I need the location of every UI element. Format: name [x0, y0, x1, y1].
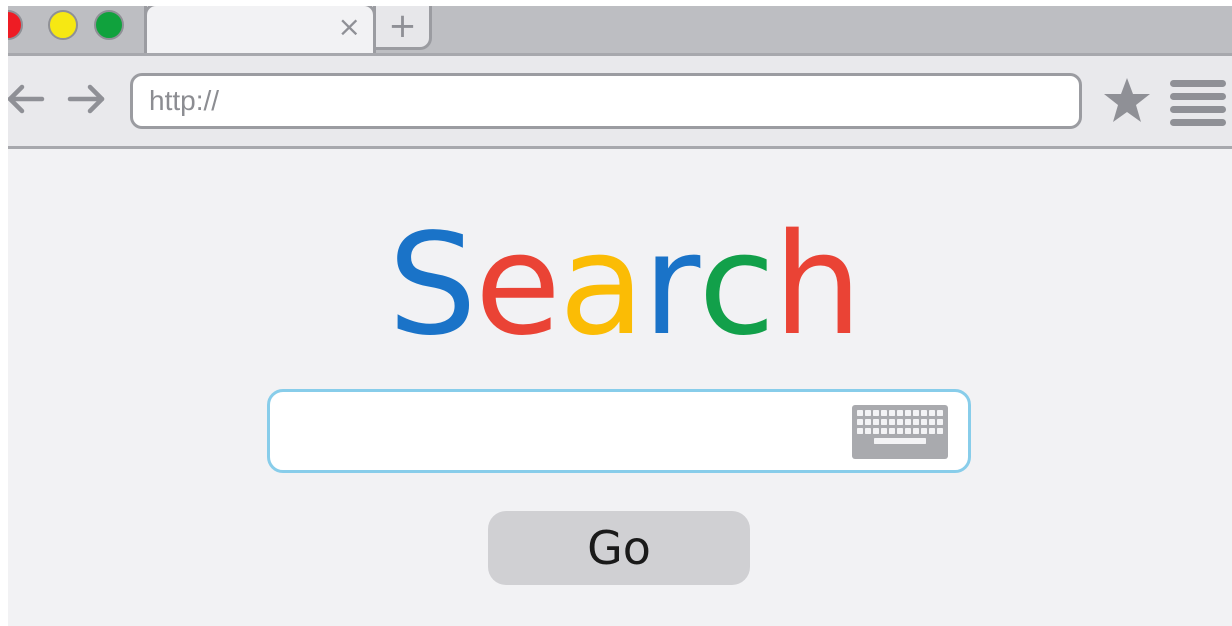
search-input[interactable] [267, 389, 971, 473]
arrow-right-icon[interactable] [66, 78, 108, 120]
keyboard-icon[interactable] [852, 405, 948, 459]
logo-letter: c [698, 204, 775, 367]
hamburger-menu-icon[interactable] [1168, 78, 1228, 132]
logo-letter: r [642, 204, 701, 367]
new-tab-button[interactable]: + [376, 6, 432, 50]
url-placeholder: http:// [149, 85, 220, 116]
logo-letter: h [773, 204, 862, 367]
search-logo: Search [12, 201, 1232, 371]
logo-letter: S [387, 204, 477, 367]
window-minimize-button[interactable] [48, 10, 78, 40]
url-input[interactable]: http:// [130, 73, 1082, 129]
window-close-button[interactable] [8, 10, 23, 40]
tab-strip: × + [8, 6, 1232, 53]
star-icon[interactable] [1102, 76, 1152, 126]
logo-letter: e [474, 204, 561, 367]
logo-letter: a [558, 204, 645, 367]
tab-active[interactable]: × [144, 6, 376, 53]
page-content: Search Go [8, 149, 1232, 626]
address-toolbar: http:// [8, 53, 1232, 149]
go-button[interactable]: Go [488, 511, 750, 585]
arrow-left-icon[interactable] [8, 78, 46, 120]
browser-window: × + http:// Search Go [8, 6, 1232, 626]
tab-close-icon[interactable]: × [338, 12, 361, 42]
window-zoom-button[interactable] [94, 10, 124, 40]
